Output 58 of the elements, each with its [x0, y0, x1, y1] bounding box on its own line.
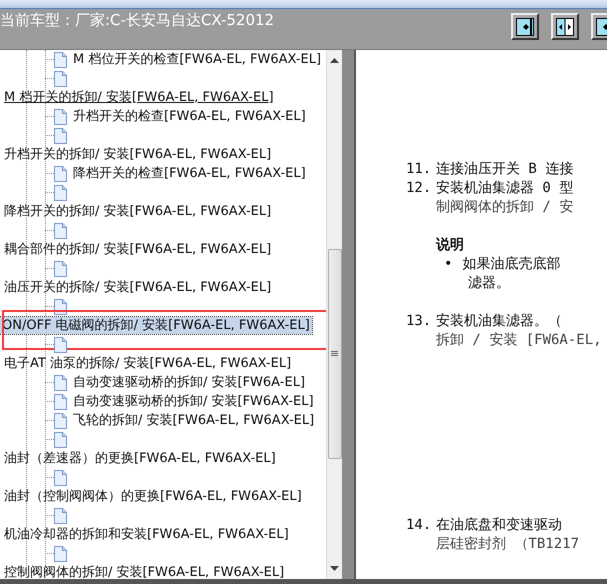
page-icon	[54, 432, 67, 448]
page-icon	[54, 166, 67, 182]
step-number: 11.	[406, 160, 432, 179]
tree-item[interactable]: 电子AT 油泵的拆除/ 安装[FW6A-EL, FW6AX-EL]	[2, 355, 294, 372]
tree-item[interactable]: 自动变速驱动桥的拆卸/ 安装[FW6A-EL]	[71, 374, 308, 391]
step-text: 拆卸 / 安装 [FW6A-EL,	[436, 331, 602, 350]
step-number: 12.	[406, 179, 432, 198]
tree-item[interactable]: 升档开关的拆卸/ 安装[FW6A-EL, FW6AX-EL]	[2, 146, 274, 163]
page-icon	[54, 70, 67, 86]
window-title: 当前车型：厂家:C-长安马自达CX-52012	[0, 11, 274, 30]
note-text: 如果油底壳底部	[462, 255, 560, 274]
scrollbar[interactable]	[326, 50, 342, 579]
step-text: 在油底盘和变速驱动	[436, 516, 562, 535]
step-text: 连接油压开关 B 连接	[436, 160, 574, 179]
tree-item[interactable]: M 档开关的拆卸/ 安装[FW6A-EL, FW6AX-EL]	[2, 89, 276, 106]
tree-item[interactable]: 控制阀阀体的拆卸/ 安装[FW6A-EL, FW6AX-EL]	[2, 564, 286, 579]
page-icon	[54, 108, 67, 124]
tree-item[interactable]: 降档开关的检查[FW6A-EL, FW6AX-EL]	[71, 165, 308, 182]
step-text: 安装机油集滤器。（	[436, 312, 562, 331]
step-number: 13.	[406, 312, 432, 331]
step-text: 安装机油集滤器 0 型	[436, 179, 574, 198]
split-pane-icon	[556, 18, 574, 36]
page-icon	[54, 374, 67, 390]
page-icon	[54, 394, 67, 410]
tree-item[interactable]: 耦合部件的拆卸/ 安装[FW6A-EL, FW6AX-EL]	[2, 241, 274, 258]
step-number: 14.	[406, 516, 432, 535]
note-text: 滤器。	[468, 274, 510, 293]
step-text: 层硅密封剂 （TB1217	[436, 535, 580, 554]
step-text: 制阀阀体的拆卸 / 安	[436, 198, 574, 217]
scrollbar-thumb[interactable]	[328, 249, 342, 459]
tree-item[interactable]: ON/OFF 电磁阀的拆卸/ 安装[FW6A-EL, FW6AX-EL]	[0, 317, 312, 334]
tree-item[interactable]: 降档开关的拆卸/ 安装[FW6A-EL, FW6AX-EL]	[2, 203, 274, 220]
tree-item[interactable]: 油压开关的拆除/ 安装[FW6A-EL, FW6AX-EL]	[2, 279, 274, 296]
note-heading: 说明	[436, 236, 464, 255]
page-icon	[54, 260, 67, 276]
page-icon	[54, 128, 67, 144]
page-icon	[54, 336, 67, 352]
layout-button[interactable]	[551, 13, 579, 40]
tree-item[interactable]: 油封（控制阀阀体）的更换[FW6A-EL, FW6AX-EL]	[2, 488, 304, 505]
page-icon	[54, 52, 67, 68]
tree-item[interactable]: 飞轮的拆卸/ 安装[FW6A-EL, FW6AX-EL]	[71, 412, 316, 429]
tree-item[interactable]: 自动变速驱动桥的拆卸/ 安装[FW6AX-EL]	[71, 393, 316, 410]
scroll-down-icon	[330, 566, 339, 571]
tree-item[interactable]: 升档开关的检查[FW6A-EL, FW6AX-EL]	[71, 108, 308, 125]
bullet-mark: •	[444, 255, 452, 274]
tree-item[interactable]: M 档位开关的检查[FW6A-EL, FW6AX-EL]	[71, 51, 324, 68]
layout-button[interactable]	[511, 13, 539, 40]
page-icon	[54, 412, 67, 428]
page-icon	[54, 184, 67, 200]
scroll-up-icon	[330, 58, 339, 63]
page-icon	[54, 546, 67, 562]
tree-item[interactable]: 油封（差速器）的更换[FW6A-EL, FW6AX-EL]	[2, 450, 278, 467]
tree-item[interactable]: 机油冷却器的拆卸和安装[FW6A-EL, FW6AX-EL]	[2, 526, 291, 543]
page-icon	[54, 470, 67, 486]
page-icon	[54, 508, 67, 524]
page-icon	[54, 222, 67, 238]
grip-icon	[331, 351, 338, 357]
pane-icon	[516, 18, 534, 36]
